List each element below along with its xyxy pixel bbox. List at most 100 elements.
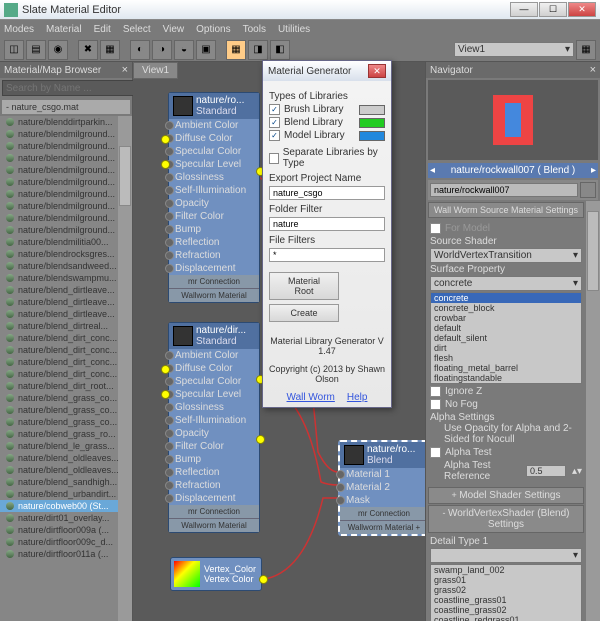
separate-checkbox[interactable]	[269, 153, 279, 164]
port[interactable]	[256, 435, 265, 444]
port[interactable]	[161, 135, 170, 144]
material-item[interactable]: nature/blendmilground...	[0, 224, 118, 236]
material-item[interactable]: nature/blendmilground...	[0, 140, 118, 152]
browser-close-icon[interactable]: ×	[122, 64, 128, 76]
material-item[interactable]: nature/blend_urbandirt...	[0, 488, 118, 500]
tool-9[interactable]: ▣	[196, 40, 216, 60]
list-item[interactable]: concrete_block	[431, 303, 581, 313]
tool-4[interactable]: ✖	[78, 40, 98, 60]
tool-view[interactable]: ▦	[576, 40, 596, 60]
material-item[interactable]: nature/blendmilground...	[0, 212, 118, 224]
tool-5[interactable]: ▦	[100, 40, 120, 60]
browser-scrollbar[interactable]	[118, 116, 132, 621]
menu-modes[interactable]: Modes	[4, 24, 34, 35]
tool-6[interactable]: ◐	[130, 40, 150, 60]
material-item[interactable]: nature/dirt01_overlay...	[0, 512, 118, 524]
material-item[interactable]: nature/blendmilground...	[0, 188, 118, 200]
material-node-2[interactable]: nature/dir...Standard Ambient ColorDiffu…	[168, 322, 260, 533]
material-item[interactable]: nature/blenddirtparkin...	[0, 116, 118, 128]
surface-listbox[interactable]: concreteconcrete_blockcrowbardefaultdefa…	[430, 292, 582, 384]
material-item[interactable]: nature/blend_dirt_conc...	[0, 344, 118, 356]
tool-10[interactable]: ▦	[226, 40, 246, 60]
list-item[interactable]: grass01	[431, 575, 581, 585]
file-filter-input[interactable]	[269, 248, 385, 262]
menu-material[interactable]: Material	[46, 24, 82, 35]
material-item[interactable]: nature/blend_dirtleave...	[0, 296, 118, 308]
wallworm-link[interactable]: Wall Worm	[287, 392, 335, 403]
material-list[interactable]: nature/blenddirtparkin...nature/blendmil…	[0, 116, 118, 621]
tool-11[interactable]: ◨	[248, 40, 268, 60]
list-item[interactable]: coastline_redgrass01	[431, 615, 581, 621]
material-item[interactable]: nature/blendmilground...	[0, 176, 118, 188]
list-item[interactable]: crowbar	[431, 313, 581, 323]
list-item[interactable]: grass02	[431, 585, 581, 595]
create-button[interactable]: Create	[269, 304, 339, 322]
material-item[interactable]: nature/cobweb00 (St...	[0, 500, 118, 512]
ignorez-checkbox[interactable]	[430, 386, 441, 397]
tool-3[interactable]: ◉	[48, 40, 68, 60]
material-item[interactable]: nature/dirtfloor011a (...	[0, 548, 118, 560]
material-item[interactable]: nature/blend_dirtleave...	[0, 284, 118, 296]
search-input[interactable]	[2, 80, 142, 96]
view-tab[interactable]: View1	[133, 62, 178, 79]
material-item[interactable]: nature/blend_dirt_conc...	[0, 356, 118, 368]
material-item[interactable]: nature/blend_grass_co...	[0, 404, 118, 416]
section-model-shader[interactable]: + Model Shader Settings	[428, 487, 584, 504]
list-item[interactable]: dirt	[431, 343, 581, 353]
list-item[interactable]: floating_metal_barrel	[431, 363, 581, 373]
list-item[interactable]: default_silent	[431, 333, 581, 343]
material-item[interactable]: nature/blendmilitia00...	[0, 236, 118, 248]
minimize-button[interactable]: —	[510, 2, 538, 17]
brush-checkbox[interactable]: ✓	[269, 104, 280, 115]
port[interactable]	[161, 365, 170, 374]
list-item[interactable]: concrete	[431, 293, 581, 303]
list-item[interactable]: floatingstandable	[431, 373, 581, 383]
tool-2[interactable]: ▤	[26, 40, 46, 60]
material-item[interactable]: nature/blend_dirtleave...	[0, 308, 118, 320]
menu-options[interactable]: Options	[196, 24, 230, 35]
detailtype1-listbox[interactable]: swamp_land_002grass01grass02coastline_gr…	[430, 564, 582, 621]
menu-tools[interactable]: Tools	[243, 24, 266, 35]
material-item[interactable]: nature/blend_dirt_conc...	[0, 368, 118, 380]
tool-7[interactable]: ◑	[152, 40, 172, 60]
material-item[interactable]: nature/blend_grass_co...	[0, 392, 118, 404]
port[interactable]	[161, 390, 170, 399]
material-item[interactable]: nature/blendmilground...	[0, 164, 118, 176]
list-item[interactable]: coastline_grass01	[431, 595, 581, 605]
material-item[interactable]: nature/blendswampmu...	[0, 272, 118, 284]
surface-property-dropdown[interactable]: concrete▾	[430, 276, 582, 291]
help-link[interactable]: Help	[347, 392, 368, 403]
right-scrollbar[interactable]	[586, 201, 600, 621]
material-item[interactable]: nature/blend_oldleaves...	[0, 452, 118, 464]
material-item[interactable]: nature/dirtfloor009c_d...	[0, 536, 118, 548]
material-item[interactable]: nature/blend_dirtreal...	[0, 320, 118, 332]
view-dropdown[interactable]: View1▾	[454, 42, 574, 57]
material-item[interactable]: nature/blendmilground...	[0, 200, 118, 212]
port[interactable]	[259, 575, 268, 584]
material-item[interactable]: nature/blendsandweed...	[0, 260, 118, 272]
menu-utilities[interactable]: Utilities	[278, 24, 310, 35]
menu-edit[interactable]: Edit	[94, 24, 111, 35]
material-item[interactable]: nature/blend_grass_ro...	[0, 428, 118, 440]
close-button[interactable]: ✕	[568, 2, 596, 17]
list-item[interactable]: flesh	[431, 353, 581, 363]
detailtype1-dropdown[interactable]: ▾	[430, 548, 582, 563]
alphatest-checkbox[interactable]	[430, 447, 441, 458]
nofog-checkbox[interactable]	[430, 399, 441, 410]
material-item[interactable]: nature/blend_dirt_conc...	[0, 332, 118, 344]
material-item[interactable]: nature/blendmilground...	[0, 128, 118, 140]
source-shader-dropdown[interactable]: WorldVertexTransition▾	[430, 248, 582, 263]
menu-select[interactable]: Select	[123, 24, 151, 35]
dialog-close-button[interactable]: ✕	[368, 64, 386, 78]
list-item[interactable]: coastline_grass02	[431, 605, 581, 615]
blend-node[interactable]: nature/ro...Blend Material 1 Material 2 …	[338, 440, 425, 536]
tool-12[interactable]: ◧	[270, 40, 290, 60]
list-item[interactable]: default	[431, 323, 581, 333]
vertex-color-node[interactable]: Vertex_ColorVertex Color	[170, 557, 262, 591]
material-node-1[interactable]: nature/ro...Standard Ambient ColorDiffus…	[168, 92, 260, 303]
model-checkbox[interactable]: ✓	[269, 130, 280, 141]
material-item[interactable]: nature/dirtfloor009a (...	[0, 524, 118, 536]
navigator-thumbnail[interactable]	[428, 80, 598, 160]
export-name-input[interactable]	[269, 186, 385, 200]
material-item[interactable]: nature/blendrocksgres...	[0, 248, 118, 260]
